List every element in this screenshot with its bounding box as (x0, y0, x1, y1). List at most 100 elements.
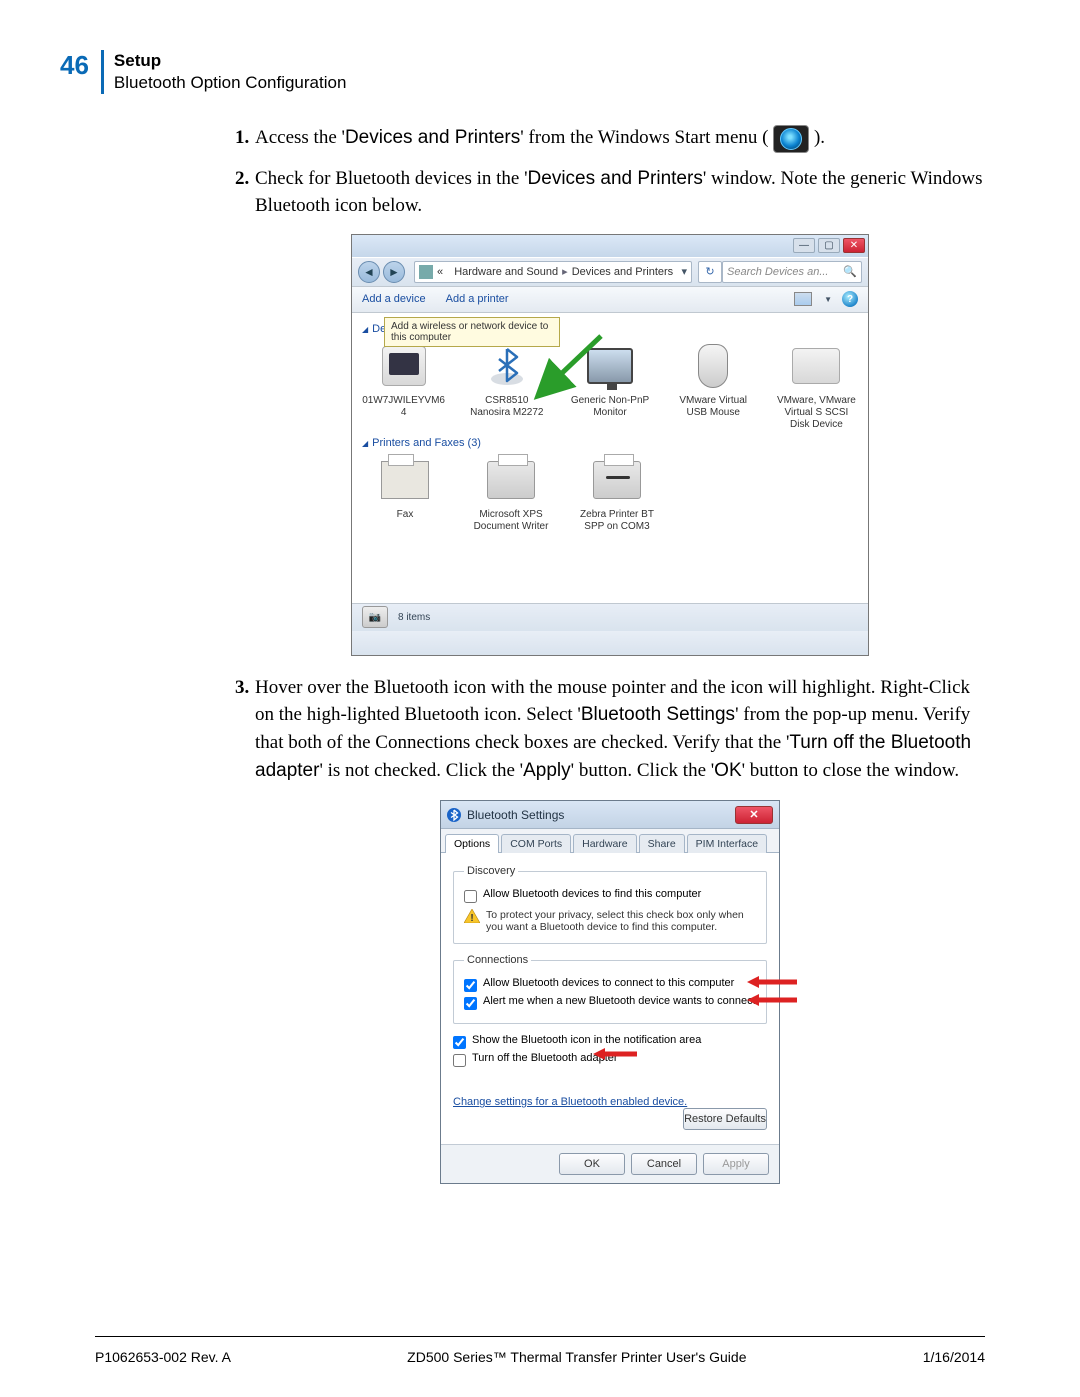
device-label: Fax (362, 509, 448, 521)
close-button[interactable]: ✕ (735, 806, 773, 824)
collapse-icon[interactable]: ◢ (362, 439, 368, 448)
text (447, 266, 450, 278)
breadcrumb[interactable]: « Hardware and Sound ▸ Devices and Print… (414, 261, 692, 283)
toolbar: Add a device Add a printer ▼ ? (352, 287, 868, 313)
annotation-arrow-icon (593, 1047, 637, 1061)
add-printer-button[interactable]: Add a printer (446, 293, 509, 305)
alert-checkbox[interactable] (464, 997, 477, 1010)
device-label: Disk Device (775, 419, 858, 431)
maximize-button[interactable]: ▢ (818, 238, 840, 253)
status-bar-pad (352, 631, 868, 655)
category-label: Printers and Faxes (3) (372, 437, 481, 449)
connect-checkbox[interactable] (464, 979, 477, 992)
help-icon[interactable]: ? (842, 291, 858, 307)
step-1: 1. Access the 'Devices and Printers' fro… (235, 124, 985, 153)
minimize-button[interactable]: — (793, 238, 815, 253)
term-bluetooth-settings: Bluetooth Settings (581, 704, 735, 725)
notification-checkbox[interactable] (453, 1036, 466, 1049)
dialog-buttons: OK Cancel Apply (441, 1144, 779, 1183)
step-number: 3. (235, 674, 255, 784)
step-number: 2. (235, 165, 255, 220)
add-device-button[interactable]: Add a device (362, 293, 426, 305)
bluetooth-icon (447, 808, 461, 822)
tab-hardware[interactable]: Hardware (573, 834, 637, 853)
text: ' button to close the window. (742, 760, 960, 781)
tab-body: Discovery Allow Bluetooth devices to fin… (441, 853, 779, 1144)
section-title: Setup (114, 50, 347, 72)
checkbox-label: Show the Bluetooth icon in the notificat… (472, 1034, 701, 1046)
search-icon[interactable]: 🔍 (843, 265, 857, 278)
term-apply: Apply (523, 760, 571, 781)
chevron-right-icon: ▸ (562, 265, 568, 278)
step-2-text: Check for Bluetooth devices in the 'Devi… (255, 165, 985, 220)
view-icon[interactable] (794, 292, 812, 306)
forward-button[interactable]: ► (383, 261, 405, 283)
breadcrumb-item[interactable]: Devices and Printers (572, 266, 674, 278)
chevron-down-icon[interactable]: ▾ (681, 265, 687, 278)
page-header: 46 Setup Bluetooth Option Configuration (60, 50, 985, 94)
page-number: 46 (60, 50, 101, 81)
warning-text: To protect your privacy, select this che… (486, 909, 756, 933)
step-2: 2. Check for Bluetooth devices in the 'D… (235, 165, 985, 220)
refresh-button[interactable]: ↻ (698, 261, 722, 283)
device-item[interactable]: VMware Virtual USB Mouse (672, 341, 755, 431)
page-footer: P1062653-002 Rev. A ZD500 Series™ Therma… (95, 1349, 985, 1365)
control-panel-icon (419, 265, 433, 279)
warning-icon: ! (464, 909, 480, 923)
printer-item[interactable]: Zebra Printer BT SPP on COM3 (574, 455, 660, 533)
footer-rule (95, 1336, 985, 1337)
computer-icon (382, 346, 426, 386)
explorer-body: Add a wireless or network device to this… (352, 313, 868, 603)
status-text: 8 items (398, 612, 430, 623)
status-bar: 📷 8 items (352, 603, 868, 631)
device-label: Nanosira M2272 (465, 407, 548, 419)
chevron-down-icon[interactable]: ▼ (824, 295, 832, 304)
tab-options[interactable]: Options (445, 834, 499, 853)
printer-item[interactable]: Microsoft XPS Document Writer (468, 455, 554, 533)
bluetooth-icon (487, 345, 527, 387)
mouse-icon (698, 344, 728, 388)
breadcrumb-item[interactable]: Hardware and Sound (454, 266, 558, 278)
device-item[interactable]: 01W7JWILEYVM6 4 (362, 341, 445, 431)
tab-share[interactable]: Share (639, 834, 685, 853)
step-3-text: Hover over the Bluetooth icon with the m… (255, 674, 985, 784)
annotation-arrow-icon (747, 975, 797, 989)
tabs: Options COM Ports Hardware Share PIM Int… (441, 829, 779, 853)
close-button[interactable]: ✕ (843, 238, 865, 253)
text: Access the ' (255, 127, 345, 148)
checkbox-label: Allow Bluetooth devices to connect to th… (483, 977, 734, 989)
device-item[interactable]: VMware, VMware Virtual S SCSI Disk Devic… (775, 341, 858, 431)
search-input[interactable]: Search Devices an... 🔍 (722, 261, 862, 283)
device-label: Microsoft XPS (468, 509, 554, 521)
collapse-icon[interactable]: ◢ (362, 325, 368, 334)
restore-defaults-button[interactable]: Restore Defaults (683, 1108, 767, 1130)
back-button[interactable]: ◄ (358, 261, 380, 283)
device-label: USB Mouse (672, 407, 755, 419)
tab-pim-interface[interactable]: PIM Interface (687, 834, 767, 853)
term-devices-and-printers: Devices and Printers (345, 127, 520, 148)
device-label: 01W7JWILEYVM6 (362, 395, 445, 407)
device-label: VMware Virtual (672, 395, 755, 407)
tab-com-ports[interactable]: COM Ports (501, 834, 571, 853)
status-icon: 📷 (362, 606, 388, 628)
tooltip: Add a wireless or network device to this… (384, 317, 560, 347)
step-number: 1. (235, 124, 255, 153)
discovery-checkbox[interactable] (464, 890, 477, 903)
footer-right: 1/16/2014 (923, 1349, 985, 1365)
cancel-button[interactable]: Cancel (631, 1153, 697, 1175)
group-legend: Connections (464, 954, 531, 966)
apply-button[interactable]: Apply (703, 1153, 769, 1175)
device-label: Virtual S SCSI (775, 407, 858, 419)
printer-item[interactable]: Fax (362, 455, 448, 533)
printer-icon (593, 461, 641, 499)
term-ok: OK (714, 760, 741, 781)
section-subtitle: Bluetooth Option Configuration (114, 72, 347, 94)
step-3: 3. Hover over the Bluetooth icon with th… (235, 674, 985, 784)
window-titlebar: — ▢ ✕ (352, 235, 868, 257)
category-printers[interactable]: ◢ Printers and Faxes (3) (362, 437, 858, 449)
device-label: VMware, VMware (775, 395, 858, 407)
ok-button[interactable]: OK (559, 1153, 625, 1175)
device-label: SPP on COM3 (574, 521, 660, 533)
change-settings-link[interactable]: Change settings for a Bluetooth enabled … (453, 1096, 687, 1108)
turn-off-adapter-checkbox[interactable] (453, 1054, 466, 1067)
